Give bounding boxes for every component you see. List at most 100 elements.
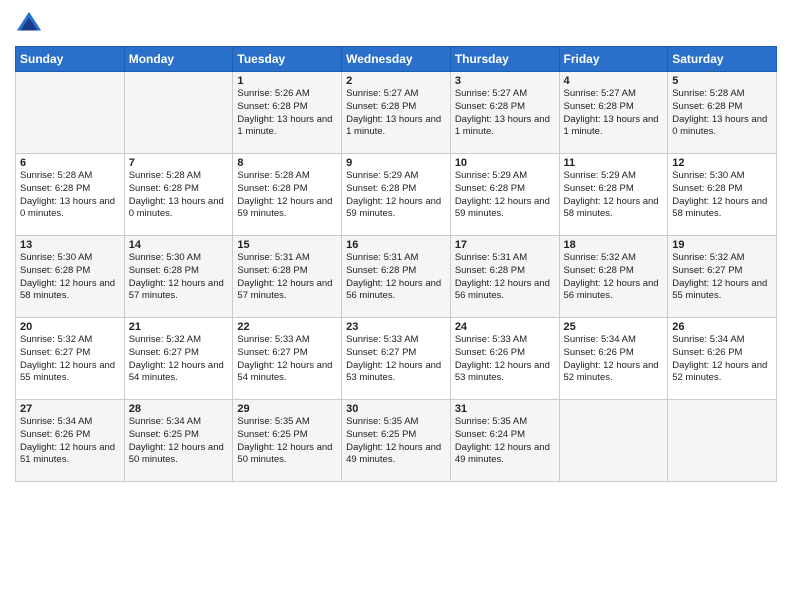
day-number: 16 xyxy=(346,239,446,251)
day-info: Sunrise: 5:26 AM Sunset: 6:28 PM Dayligh… xyxy=(237,88,337,139)
day-info: Sunrise: 5:32 AM Sunset: 6:28 PM Dayligh… xyxy=(564,252,664,303)
day-number: 15 xyxy=(237,239,337,251)
day-info: Sunrise: 5:30 AM Sunset: 6:28 PM Dayligh… xyxy=(20,252,120,303)
day-cell: 15Sunrise: 5:31 AM Sunset: 6:28 PM Dayli… xyxy=(233,236,342,318)
day-info: Sunrise: 5:32 AM Sunset: 6:27 PM Dayligh… xyxy=(20,334,120,385)
header xyxy=(15,10,777,38)
week-row-1: 6Sunrise: 5:28 AM Sunset: 6:28 PM Daylig… xyxy=(16,154,777,236)
day-number: 24 xyxy=(455,321,555,333)
day-number: 27 xyxy=(20,403,120,415)
day-cell: 28Sunrise: 5:34 AM Sunset: 6:25 PM Dayli… xyxy=(124,400,233,482)
day-number: 5 xyxy=(672,75,772,87)
day-cell: 9Sunrise: 5:29 AM Sunset: 6:28 PM Daylig… xyxy=(342,154,451,236)
weekday-header-row: SundayMondayTuesdayWednesdayThursdayFrid… xyxy=(16,47,777,72)
day-number: 22 xyxy=(237,321,337,333)
day-cell: 3Sunrise: 5:27 AM Sunset: 6:28 PM Daylig… xyxy=(450,72,559,154)
day-cell: 7Sunrise: 5:28 AM Sunset: 6:28 PM Daylig… xyxy=(124,154,233,236)
day-cell: 19Sunrise: 5:32 AM Sunset: 6:27 PM Dayli… xyxy=(668,236,777,318)
day-number: 30 xyxy=(346,403,446,415)
day-info: Sunrise: 5:27 AM Sunset: 6:28 PM Dayligh… xyxy=(346,88,446,139)
day-info: Sunrise: 5:31 AM Sunset: 6:28 PM Dayligh… xyxy=(237,252,337,303)
day-info: Sunrise: 5:29 AM Sunset: 6:28 PM Dayligh… xyxy=(455,170,555,221)
day-number: 2 xyxy=(346,75,446,87)
day-info: Sunrise: 5:29 AM Sunset: 6:28 PM Dayligh… xyxy=(564,170,664,221)
day-info: Sunrise: 5:33 AM Sunset: 6:27 PM Dayligh… xyxy=(237,334,337,385)
day-info: Sunrise: 5:27 AM Sunset: 6:28 PM Dayligh… xyxy=(455,88,555,139)
day-cell: 18Sunrise: 5:32 AM Sunset: 6:28 PM Dayli… xyxy=(559,236,668,318)
day-number: 29 xyxy=(237,403,337,415)
day-cell: 21Sunrise: 5:32 AM Sunset: 6:27 PM Dayli… xyxy=(124,318,233,400)
day-cell: 24Sunrise: 5:33 AM Sunset: 6:26 PM Dayli… xyxy=(450,318,559,400)
day-number: 12 xyxy=(672,157,772,169)
day-info: Sunrise: 5:31 AM Sunset: 6:28 PM Dayligh… xyxy=(346,252,446,303)
logo-icon xyxy=(15,10,43,38)
day-info: Sunrise: 5:35 AM Sunset: 6:24 PM Dayligh… xyxy=(455,416,555,467)
day-number: 3 xyxy=(455,75,555,87)
day-cell: 11Sunrise: 5:29 AM Sunset: 6:28 PM Dayli… xyxy=(559,154,668,236)
day-cell: 8Sunrise: 5:28 AM Sunset: 6:28 PM Daylig… xyxy=(233,154,342,236)
day-cell: 2Sunrise: 5:27 AM Sunset: 6:28 PM Daylig… xyxy=(342,72,451,154)
day-info: Sunrise: 5:34 AM Sunset: 6:25 PM Dayligh… xyxy=(129,416,229,467)
day-cell: 30Sunrise: 5:35 AM Sunset: 6:25 PM Dayli… xyxy=(342,400,451,482)
day-number: 25 xyxy=(564,321,664,333)
day-info: Sunrise: 5:35 AM Sunset: 6:25 PM Dayligh… xyxy=(237,416,337,467)
day-info: Sunrise: 5:32 AM Sunset: 6:27 PM Dayligh… xyxy=(129,334,229,385)
weekday-header-sunday: Sunday xyxy=(16,47,125,72)
day-cell: 14Sunrise: 5:30 AM Sunset: 6:28 PM Dayli… xyxy=(124,236,233,318)
day-info: Sunrise: 5:30 AM Sunset: 6:28 PM Dayligh… xyxy=(129,252,229,303)
day-cell: 31Sunrise: 5:35 AM Sunset: 6:24 PM Dayli… xyxy=(450,400,559,482)
weekday-header-saturday: Saturday xyxy=(668,47,777,72)
day-number: 4 xyxy=(564,75,664,87)
day-info: Sunrise: 5:31 AM Sunset: 6:28 PM Dayligh… xyxy=(455,252,555,303)
day-cell: 23Sunrise: 5:33 AM Sunset: 6:27 PM Dayli… xyxy=(342,318,451,400)
day-info: Sunrise: 5:33 AM Sunset: 6:27 PM Dayligh… xyxy=(346,334,446,385)
day-number: 28 xyxy=(129,403,229,415)
day-number: 21 xyxy=(129,321,229,333)
day-number: 18 xyxy=(564,239,664,251)
day-number: 11 xyxy=(564,157,664,169)
day-info: Sunrise: 5:34 AM Sunset: 6:26 PM Dayligh… xyxy=(672,334,772,385)
day-cell: 20Sunrise: 5:32 AM Sunset: 6:27 PM Dayli… xyxy=(16,318,125,400)
week-row-4: 27Sunrise: 5:34 AM Sunset: 6:26 PM Dayli… xyxy=(16,400,777,482)
day-cell: 22Sunrise: 5:33 AM Sunset: 6:27 PM Dayli… xyxy=(233,318,342,400)
day-number: 1 xyxy=(237,75,337,87)
day-cell: 16Sunrise: 5:31 AM Sunset: 6:28 PM Dayli… xyxy=(342,236,451,318)
day-cell: 5Sunrise: 5:28 AM Sunset: 6:28 PM Daylig… xyxy=(668,72,777,154)
day-number: 10 xyxy=(455,157,555,169)
day-info: Sunrise: 5:27 AM Sunset: 6:28 PM Dayligh… xyxy=(564,88,664,139)
day-cell: 12Sunrise: 5:30 AM Sunset: 6:28 PM Dayli… xyxy=(668,154,777,236)
weekday-header-friday: Friday xyxy=(559,47,668,72)
day-info: Sunrise: 5:28 AM Sunset: 6:28 PM Dayligh… xyxy=(672,88,772,139)
day-info: Sunrise: 5:28 AM Sunset: 6:28 PM Dayligh… xyxy=(129,170,229,221)
day-info: Sunrise: 5:28 AM Sunset: 6:28 PM Dayligh… xyxy=(237,170,337,221)
day-cell: 6Sunrise: 5:28 AM Sunset: 6:28 PM Daylig… xyxy=(16,154,125,236)
day-number: 13 xyxy=(20,239,120,251)
day-number: 26 xyxy=(672,321,772,333)
day-number: 20 xyxy=(20,321,120,333)
day-cell: 26Sunrise: 5:34 AM Sunset: 6:26 PM Dayli… xyxy=(668,318,777,400)
weekday-header-monday: Monday xyxy=(124,47,233,72)
day-info: Sunrise: 5:28 AM Sunset: 6:28 PM Dayligh… xyxy=(20,170,120,221)
day-number: 31 xyxy=(455,403,555,415)
day-number: 6 xyxy=(20,157,120,169)
day-info: Sunrise: 5:30 AM Sunset: 6:28 PM Dayligh… xyxy=(672,170,772,221)
day-number: 8 xyxy=(237,157,337,169)
day-info: Sunrise: 5:33 AM Sunset: 6:26 PM Dayligh… xyxy=(455,334,555,385)
calendar-table: SundayMondayTuesdayWednesdayThursdayFrid… xyxy=(15,46,777,482)
day-info: Sunrise: 5:34 AM Sunset: 6:26 PM Dayligh… xyxy=(20,416,120,467)
day-number: 9 xyxy=(346,157,446,169)
day-cell: 1Sunrise: 5:26 AM Sunset: 6:28 PM Daylig… xyxy=(233,72,342,154)
day-cell xyxy=(559,400,668,482)
day-cell xyxy=(668,400,777,482)
week-row-2: 13Sunrise: 5:30 AM Sunset: 6:28 PM Dayli… xyxy=(16,236,777,318)
day-cell: 27Sunrise: 5:34 AM Sunset: 6:26 PM Dayli… xyxy=(16,400,125,482)
weekday-header-thursday: Thursday xyxy=(450,47,559,72)
day-number: 17 xyxy=(455,239,555,251)
day-cell: 29Sunrise: 5:35 AM Sunset: 6:25 PM Dayli… xyxy=(233,400,342,482)
week-row-3: 20Sunrise: 5:32 AM Sunset: 6:27 PM Dayli… xyxy=(16,318,777,400)
day-number: 23 xyxy=(346,321,446,333)
day-cell: 10Sunrise: 5:29 AM Sunset: 6:28 PM Dayli… xyxy=(450,154,559,236)
day-number: 14 xyxy=(129,239,229,251)
logo xyxy=(15,10,47,38)
page: SundayMondayTuesdayWednesdayThursdayFrid… xyxy=(0,0,792,612)
